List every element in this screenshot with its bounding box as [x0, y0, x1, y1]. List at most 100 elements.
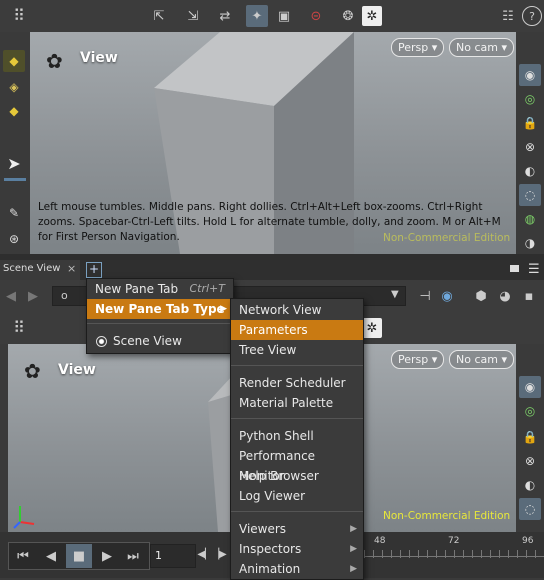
- next-key-icon[interactable]: ▕▶: [211, 546, 226, 564]
- submenu-network-view[interactable]: Network View: [231, 300, 363, 320]
- cube-display-icon[interactable]: ⬢: [472, 287, 490, 305]
- scene-viewport-top[interactable]: ✿ View Persp ▾ No cam ▾ Left mouse tumbl…: [30, 32, 516, 254]
- jump-start-icon[interactable]: ⏮: [12, 546, 34, 566]
- ghost-icon[interactable]: ◍: [519, 208, 541, 230]
- tab-label: Scene View: [3, 263, 61, 274]
- submenu-log-viewer[interactable]: Log Viewer: [231, 486, 363, 506]
- grid-menu-icon[interactable]: ⠿: [8, 6, 30, 26]
- menu-item-new-pane-tab[interactable]: New Pane Tab Ctrl+T: [87, 279, 233, 299]
- persp-menu[interactable]: Persp ▾: [391, 38, 445, 57]
- network-circle-icon[interactable]: ◉: [438, 287, 456, 305]
- camera-label-bottom: No cam: [456, 353, 498, 366]
- help-icon[interactable]: ?: [522, 6, 542, 26]
- tick-label: 96: [522, 536, 534, 546]
- pane-tab-bar: Scene View × + ☰: [0, 260, 544, 280]
- lock-icon[interactable]: 🔒: [519, 112, 541, 134]
- pin-icon[interactable]: ⊣: [416, 287, 434, 305]
- submenu-python-shell[interactable]: Python Shell: [231, 426, 363, 446]
- stop-icon[interactable]: ■: [66, 544, 92, 568]
- pane-menu-icon[interactable]: ☰: [528, 262, 540, 277]
- prev-key-icon[interactable]: ◀▏: [197, 546, 212, 564]
- handle-tool-icon[interactable]: ✎: [3, 202, 25, 224]
- submenu-help-browser[interactable]: Help Browser: [231, 466, 363, 486]
- move-arrow-icon[interactable]: ⇲: [182, 6, 204, 26]
- menu-item-label: New Pane Tab: [95, 282, 179, 296]
- render-icon[interactable]: ◐: [519, 160, 541, 182]
- step-back-icon[interactable]: ◀: [40, 546, 62, 566]
- camera-menu-bottom[interactable]: No cam ▾: [449, 350, 514, 369]
- back-arrow-icon[interactable]: ◀: [4, 288, 18, 304]
- menu-shortcut: Ctrl+T: [189, 282, 225, 295]
- submenu-inspectors[interactable]: Inspectors ▶: [231, 539, 363, 559]
- maximize-pane-icon[interactable]: [510, 265, 519, 272]
- object-tool-icon[interactable]: ◆: [3, 100, 25, 122]
- lock-icon-bottom[interactable]: 🔒: [519, 426, 541, 448]
- display-options-icon[interactable]: ✦: [246, 5, 268, 27]
- rotate-handle-icon[interactable]: ⇄: [214, 6, 236, 26]
- left-strip-bottom: [0, 344, 8, 532]
- gear-icon[interactable]: ✲: [362, 6, 382, 26]
- persp-menu-bottom[interactable]: Persp ▾: [391, 350, 445, 369]
- pane-type-submenu: Network View Parameters Tree View Render…: [230, 298, 364, 580]
- visibility-icon[interactable]: ◎: [519, 88, 541, 110]
- lights-icon[interactable]: ❂: [338, 6, 358, 26]
- pane-context-menu: New Pane Tab Ctrl+T New Pane Tab Type ▶ …: [86, 278, 234, 354]
- light-bulb-icon[interactable]: ◌: [519, 184, 541, 206]
- path-dropdown-icon[interactable]: ▼: [391, 289, 399, 300]
- submenu-label: Animation: [239, 562, 301, 576]
- path-prefix: o: [61, 289, 68, 302]
- camera-label: No cam: [456, 41, 498, 54]
- submenu-label: Viewers: [239, 522, 287, 536]
- no-entry-icon[interactable]: ⊝: [306, 6, 326, 26]
- menu-separator: [87, 323, 233, 324]
- jump-end-icon[interactable]: ⏭: [122, 546, 144, 566]
- persp-label: Persp: [398, 41, 429, 54]
- tab-scene-view[interactable]: Scene View ×: [0, 260, 80, 280]
- camera-menu[interactable]: No cam ▾: [449, 38, 514, 57]
- light-bulb-icon-bottom[interactable]: ◌: [519, 498, 541, 520]
- non-commercial-watermark: Non-Commercial Edition: [383, 232, 511, 244]
- grid-menu-icon-2[interactable]: ⠿: [8, 318, 30, 338]
- visibility-icon-bottom[interactable]: ◎: [519, 400, 541, 422]
- play-icon[interactable]: ▶: [96, 546, 118, 566]
- view-title-bottom: View: [58, 362, 96, 378]
- submenu-animation[interactable]: Animation ▶: [231, 559, 363, 579]
- pointer-icon[interactable]: ➤: [3, 152, 25, 174]
- primitive-tool-icon[interactable]: ◈: [3, 76, 25, 98]
- submenu-viewers[interactable]: Viewers ▶: [231, 519, 363, 539]
- camera-display-icon[interactable]: ◕: [496, 287, 514, 305]
- display-mode-icon-bottom[interactable]: ◉: [519, 376, 541, 398]
- time-ruler[interactable]: 48 72 96: [364, 534, 544, 578]
- forward-arrow-icon[interactable]: ▶: [26, 288, 40, 304]
- submenu-render-scheduler[interactable]: Render Scheduler: [231, 373, 363, 393]
- menu-item-scene-view[interactable]: Scene View: [87, 331, 233, 351]
- frame-field[interactable]: 1: [150, 544, 196, 568]
- menu-item-new-pane-tab-type[interactable]: New Pane Tab Type ▶: [87, 299, 233, 319]
- layout-icon[interactable]: ☷: [498, 6, 518, 26]
- add-tab-button[interactable]: +: [86, 262, 102, 278]
- submenu-tree-view[interactable]: Tree View: [231, 340, 363, 360]
- tab-close-icon[interactable]: ×: [67, 262, 76, 275]
- select-arrow-icon[interactable]: ⇱: [148, 6, 170, 26]
- ruler-ticks: [364, 550, 544, 558]
- display-mode-icon[interactable]: ◉: [519, 64, 541, 86]
- select-tool-icon[interactable]: ◆: [3, 50, 25, 72]
- snapshot-icon[interactable]: ▣: [274, 6, 294, 26]
- view-tool-icon[interactable]: ⊛: [3, 228, 25, 250]
- snap-icon-bottom[interactable]: ⊗: [519, 450, 541, 472]
- submenu-parameters[interactable]: Parameters: [231, 320, 363, 340]
- right-display-sidebar: ◉ ◎ 🔒 ⊗ ◐ ◌ ◍ ◑: [516, 32, 544, 254]
- submenu-material-palette[interactable]: Material Palette: [231, 393, 363, 413]
- non-commercial-watermark-bottom: Non-Commercial Edition: [383, 510, 511, 522]
- submenu-performance-monitor[interactable]: Performance Monitor: [231, 446, 363, 483]
- submenu-arrow-icon: ▶: [350, 544, 357, 554]
- axis-gizmo-icon: [13, 506, 35, 529]
- view-logo-icon: ✿: [46, 49, 63, 73]
- overlay-icon[interactable]: ▪: [520, 287, 538, 305]
- info-icon[interactable]: ◑: [519, 232, 541, 254]
- menu-separator: [231, 418, 363, 419]
- snap-icon[interactable]: ⊗: [519, 136, 541, 158]
- frame-value: 1: [155, 549, 162, 562]
- render-icon-bottom[interactable]: ◐: [519, 474, 541, 496]
- gear-icon-2[interactable]: ✲: [362, 318, 382, 338]
